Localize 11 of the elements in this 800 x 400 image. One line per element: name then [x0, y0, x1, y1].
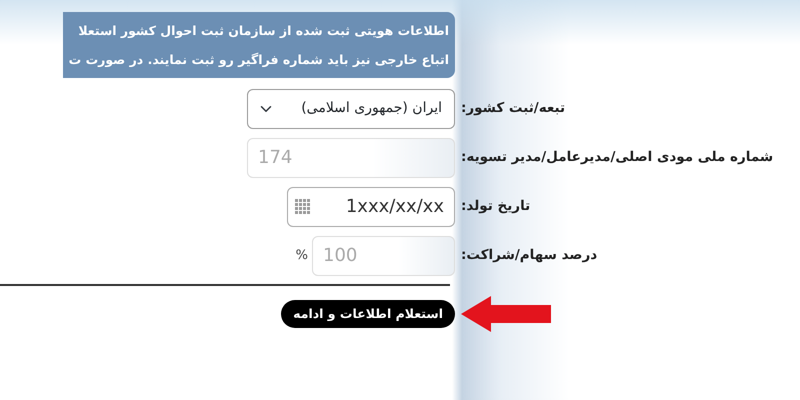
notice-text: اتباع خارجی نیز باید شماره فراگیر رو ثبت نمایند. در صورت ت	[68, 51, 449, 69]
submit-button[interactable]: استعلام اطلاعات و ادامه	[281, 300, 455, 328]
field-label: درصد سهام/شراکت:	[461, 246, 598, 266]
country-select[interactable]: ایران (جمهوری اسلامی)	[247, 88, 455, 128]
birth-date-field[interactable]: 1xxx/xx/xx	[287, 186, 455, 226]
field-label: تاریخ تولد:	[461, 197, 530, 216]
percent-sign: %	[296, 246, 308, 265]
notice-text: اطلاعات هویتی ثبت شده از سازمان ثبت احوال کشور استعلا	[77, 22, 449, 40]
field-label: تبعه/ثبت کشور:	[461, 99, 566, 118]
field-label: شماره ملی مودی اصلی/مدیرعامل/مدیر تسویه:	[461, 148, 774, 168]
calendar-icon[interactable]	[295, 198, 310, 214]
